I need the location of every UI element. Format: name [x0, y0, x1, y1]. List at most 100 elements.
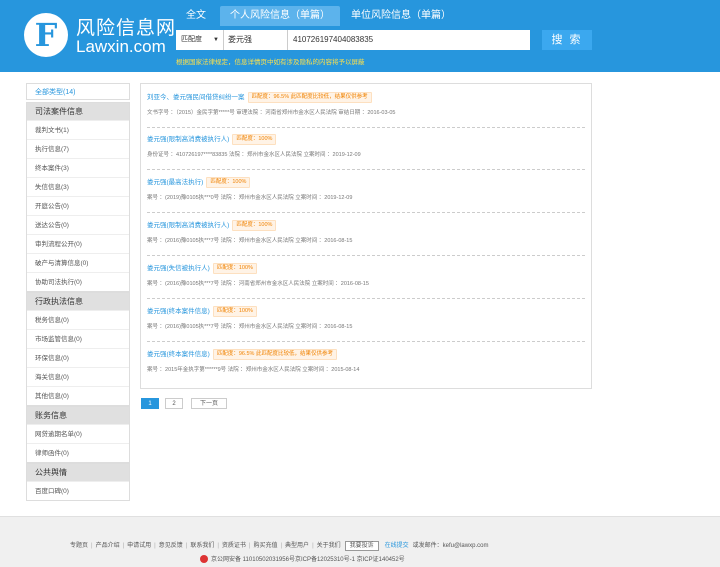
sidebar-item[interactable]: 协助司法执行(0)	[27, 272, 129, 291]
match-badge: 匹配度：96.5% 此匹配度比较低，结果仅供参考	[247, 92, 372, 103]
tab-personal-risk[interactable]: 个人风险信息（单篇）	[220, 6, 340, 26]
footer-separator: |	[154, 543, 156, 549]
result-meta: 文书字号 ：（2015）金民字第*****号 审理法院 ：河南省郑州市金水区人民…	[147, 110, 396, 116]
footer-link[interactable]: 典型用户	[285, 543, 309, 549]
sidebar-item[interactable]: 终本案件(3)	[27, 158, 129, 177]
result-item: 娄元强(最高法执行) 匹配度：100% 案号 ：(2019)豫0105执***0号 …	[147, 177, 585, 213]
sidebar-group-title: 账务信息	[27, 406, 129, 424]
police-emblem-icon	[200, 555, 208, 564]
sidebar-group-title: 公共舆情	[27, 463, 129, 481]
footer-link[interactable]: 申请试用	[127, 543, 151, 549]
sidebar-item[interactable]: 税务信息(0)	[27, 310, 129, 329]
icp-text: 京公网安备 11010502031956号京ICP备12025310号-1 京I…	[211, 557, 405, 563]
sidebar-item[interactable]: 海关信息(0)	[27, 367, 129, 386]
site-logo[interactable]: F 风险信息网 Lawxin.com	[24, 10, 175, 60]
tab-fulltext[interactable]: 全文	[176, 6, 216, 26]
footer-separator: |	[312, 543, 314, 549]
match-badge: 匹配度：100%	[232, 220, 277, 231]
sidebar-item[interactable]: 执行信息(7)	[27, 139, 129, 158]
tab-company-risk[interactable]: 单位风险信息（单篇）	[341, 6, 461, 26]
result-item: 刘亚今、娄元强民间借贷纠纷一案 匹配度：96.5% 此匹配度比较低，结果仅供参考文…	[147, 92, 585, 128]
logo-emblem: F	[24, 13, 68, 57]
result-title-row: 娄元强(限制高消费被执行人) 匹配度：100%	[147, 220, 585, 232]
footer-link[interactable]: 购买充值	[253, 543, 277, 549]
logo-name-en: Lawxin.com	[76, 37, 166, 56]
logo-name-cn: 风险信息网	[76, 18, 177, 39]
result-meta: 案号 ：2015年金执字第******9号 法院 ：郑州市金水区人民法院 立案时…	[147, 367, 360, 373]
result-title-row: 娄元强(终本案件信息) 匹配度：96.5% 此匹配度比较低，结果仅供参考	[147, 349, 585, 361]
page-2-button[interactable]: 2	[165, 398, 183, 409]
icp-line: 京公网安备 11010502031956号京ICP备12025310号-1 京I…	[200, 554, 405, 564]
sidebar-item[interactable]: 送达公告(0)	[27, 215, 129, 234]
name-input[interactable]: 娄元强	[224, 30, 288, 50]
result-item: 娄元强(限制高消费被执行人) 匹配度：100% 案号 ：(2016)豫0105执**…	[147, 220, 585, 256]
result-meta: 案号 ：(2019)豫0105执***0号 法院 ：郑州市金水区人民法院 立案时…	[147, 195, 353, 201]
sidebar-group: 账务信息 网贷逾期名单(0) 律师函件(0)	[26, 406, 130, 463]
sidebar-group-title: 行政执法信息	[27, 292, 129, 310]
footer-separator: |	[248, 543, 251, 549]
footer-link[interactable]: 意见反馈	[159, 543, 183, 549]
result-title-row: 刘亚今、娄元强民间借贷纠纷一案 匹配度：96.5% 此匹配度比较低，结果仅供参考	[147, 92, 585, 104]
match-badge: 匹配度：96.5% 此匹配度比较低，结果仅供参考	[212, 349, 337, 360]
result-title-link[interactable]: 娄元强(终本案件信息)	[147, 308, 210, 315]
footer-link[interactable]: 产品介绍	[96, 543, 120, 549]
result-title-row: 娄元强(最高法执行) 匹配度：100%	[147, 177, 585, 189]
id-number-input[interactable]: 410726197404083835	[288, 30, 530, 50]
result-title-row: 娄元强(失信被执行人) 匹配度：100%	[147, 263, 585, 275]
sidebar-item-all[interactable]: 全部类型(14)	[26, 83, 130, 100]
result-title-link[interactable]: 娄元强(最高法执行)	[147, 179, 203, 186]
footer-links: 专题页 | 产品介绍 | 申请试用 | 意见反馈 | 联系我们 | 资质证书 | 购买充值 | 典型用户 | 关…	[70, 540, 488, 551]
footer-separator: |	[122, 543, 125, 549]
search-button[interactable]: 搜 索	[542, 30, 592, 50]
result-title-link[interactable]: 刘亚今、娄元强民间借贷纠纷一案	[147, 94, 245, 101]
sidebar-group: 司法案件信息 裁判文书(1) 执行信息(7) 终本案件(3) 失信信息(3) 开庭公告(0…	[26, 102, 130, 292]
footer-link[interactable]: 资质证书	[222, 543, 246, 549]
page-1-button[interactable]: 1	[141, 398, 159, 409]
sidebar-item[interactable]: 审判流程公开(0)	[27, 234, 129, 253]
result-title-link[interactable]: 娄元强(失信被执行人)	[147, 265, 210, 272]
sidebar-item[interactable]: 市场监管信息(0)	[27, 329, 129, 348]
sidebar-item[interactable]: 裁判文书(1)	[27, 120, 129, 139]
match-badge: 匹配度：100%	[232, 134, 277, 145]
report-button[interactable]: 我要投诉	[344, 541, 379, 551]
results-list: 刘亚今、娄元强民间借贷纠纷一案 匹配度：96.5% 此匹配度比较低，结果仅供参考文…	[140, 83, 592, 389]
result-item: 娄元强(终本案件信息) 匹配度：100% 案号 ：(2016)豫0105执***7号…	[147, 306, 585, 342]
result-meta: 案号 ：(2016)豫0105执***7号 法院 ：郑州市金水区人民法院 立案时…	[147, 324, 353, 330]
site-footer: 专题页 | 产品介绍 | 申请试用 | 意见反馈 | 联系我们 | 资质证书 | 购买充值 | 典型用户 | 关…	[0, 516, 720, 567]
site-header: F 风险信息网 Lawxin.com 全文 个人风险信息（单篇） 单位风险信息（…	[0, 0, 720, 72]
footer-link[interactable]: 专题页	[70, 543, 88, 549]
privacy-notice: 根据国家法律规定，信息详情页中如有涉及隐私的内容将予以屏蔽	[176, 59, 365, 66]
footer-email: 或发邮件：kefu@lawxp.com	[412, 543, 489, 549]
footer-link[interactable]: 关于我们	[317, 543, 341, 549]
sidebar-group: 行政执法信息 税务信息(0) 市场监管信息(0) 环保信息(0) 海关信息(0) 其他信息…	[26, 292, 130, 406]
online-submit-link[interactable]: 在线提交	[385, 543, 409, 549]
sidebar-item[interactable]: 开庭公告(0)	[27, 196, 129, 215]
result-title-link[interactable]: 娄元强(终本案件信息)	[147, 351, 210, 358]
result-meta: 身份证号 ：410726197****83835 法院 ：郑州市金水区人民法院 …	[147, 152, 361, 158]
category-sidebar: 全部类型(14) 司法案件信息 裁判文书(1) 执行信息(7) 终本案件(3) 失信信息…	[26, 83, 130, 501]
match-badge: 匹配度：100%	[212, 263, 257, 274]
result-title-link[interactable]: 娄元强(限制高消费被执行人)	[147, 136, 229, 143]
footer-separator: |	[185, 543, 188, 549]
match-badge: 匹配度：100%	[206, 177, 251, 188]
chevron-down-icon: ▼	[213, 37, 219, 43]
match-mode-select[interactable]: 匹配度 ▼	[176, 30, 224, 50]
sidebar-item[interactable]: 破产与清算信息(0)	[27, 253, 129, 272]
sidebar-item[interactable]: 环保信息(0)	[27, 348, 129, 367]
sidebar-item[interactable]: 失信信息(3)	[27, 177, 129, 196]
result-item: 娄元强(失信被执行人) 匹配度：100% 案号 ：(2016)豫0105执***7号…	[147, 263, 585, 299]
search-bar: 匹配度 ▼ 娄元强 410726197404083835 搜 索	[176, 30, 592, 50]
sidebar-item[interactable]: 百度口碑(0)	[27, 481, 129, 500]
result-title-row: 娄元强(限制高消费被执行人) 匹配度：100%	[147, 134, 585, 146]
result-item: 娄元强(限制高消费被执行人) 匹配度：100% 身份证号 ：410726197***…	[147, 134, 585, 170]
footer-separator: |	[217, 543, 219, 549]
sidebar-item[interactable]: 其他信息(0)	[27, 386, 129, 405]
footer-link[interactable]: 联系我们	[190, 543, 214, 549]
sidebar-item[interactable]: 律师函件(0)	[27, 443, 129, 462]
result-title-link[interactable]: 娄元强(限制高消费被执行人)	[147, 222, 229, 229]
sidebar-group-title: 司法案件信息	[27, 102, 129, 120]
next-page-button[interactable]: 下一页	[191, 398, 227, 409]
result-meta: 案号 ：(2016)豫0105执***7号 法院 ：郑州市金水区人民法院 立案时…	[147, 238, 353, 244]
sidebar-item[interactable]: 网贷逾期名单(0)	[27, 424, 129, 443]
result-title-row: 娄元强(终本案件信息) 匹配度：100%	[147, 306, 585, 318]
